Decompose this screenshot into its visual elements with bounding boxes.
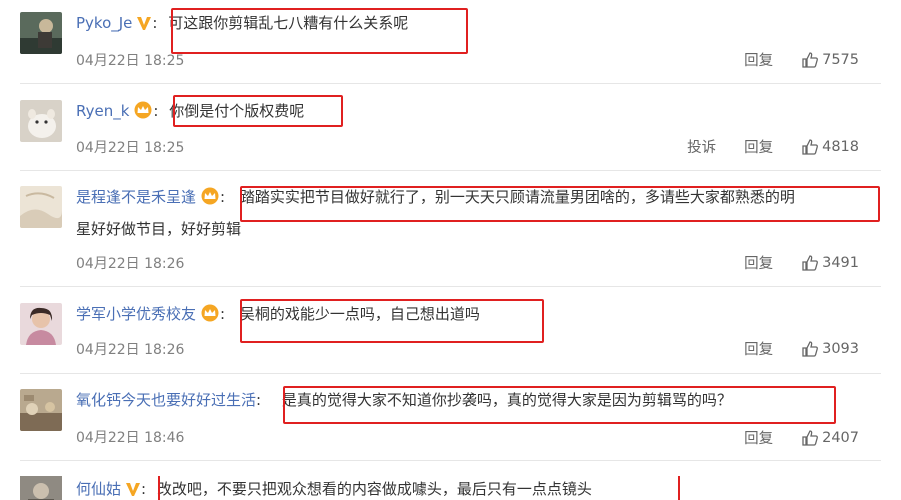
like-count: 2407	[822, 429, 859, 446]
avatar[interactable]	[20, 389, 62, 431]
comment-item: 学军小学优秀校友: 吴桐的戏能少一点吗，自己想出道吗 04月22日 18:26 …	[0, 299, 901, 373]
comment-item: Pyko_Je: 可这跟你剪辑乱七八糟有什么关系呢 04月22日 18:25 回…	[0, 8, 901, 92]
verified-v-icon	[125, 481, 141, 500]
comment-item: 何仙姑: 改改吧，不要只把观众想看的内容做成噱头，最后只有一点点镜头	[0, 476, 901, 500]
reply-button[interactable]: 回复	[744, 427, 773, 448]
username[interactable]: 氧化钙今天也要好好过生活	[76, 391, 256, 409]
comment-item: 是程逢不是禾呈逢: 踏踏实实把节目做好就行了，别一天天只顾请流量男团啥的，多请些…	[0, 186, 901, 286]
highlight-box	[171, 8, 468, 54]
vip-crown-icon	[200, 187, 220, 211]
timestamp: 04月22日 18:26	[76, 256, 185, 272]
like-count: 3491	[822, 254, 859, 271]
thumbs-up-icon	[802, 138, 819, 155]
username[interactable]: Ryen_k	[76, 102, 129, 120]
reply-button[interactable]: 回复	[744, 136, 773, 157]
vip-crown-icon	[133, 101, 153, 125]
avatar[interactable]	[20, 100, 62, 142]
avatar[interactable]	[20, 303, 62, 345]
like-button[interactable]: 3093	[801, 340, 859, 358]
comment-item: 氧化钙今天也要好好过生活: 是真的觉得大家不知道你抄袭吗，真的觉得大家是因为剪辑…	[0, 386, 901, 459]
like-button[interactable]: 3491	[801, 254, 859, 272]
reply-button[interactable]: 回复	[744, 252, 773, 273]
timestamp: 04月22日 18:46	[76, 430, 185, 446]
highlight-box	[240, 299, 544, 343]
divider	[20, 286, 881, 287]
avatar[interactable]	[20, 12, 62, 54]
divider	[20, 460, 881, 461]
like-count: 7575	[822, 51, 859, 68]
username[interactable]: 何仙姑	[76, 480, 121, 498]
report-button[interactable]: 投诉	[687, 136, 716, 157]
thumbs-up-icon	[802, 429, 819, 446]
comment-text-continued: 星好好做节目，好好剪辑	[76, 220, 242, 238]
reply-button[interactable]: 回复	[744, 49, 773, 70]
divider	[20, 373, 881, 374]
thumbs-up-icon	[802, 340, 819, 357]
username[interactable]: 学军小学优秀校友	[76, 305, 196, 323]
like-button[interactable]: 7575	[801, 51, 859, 69]
like-count: 3093	[822, 340, 859, 357]
like-count: 4818	[822, 138, 859, 155]
verified-v-icon	[136, 15, 152, 37]
username[interactable]: Pyko_Je	[76, 14, 132, 32]
thumbs-up-icon	[802, 254, 819, 271]
vip-crown-icon	[200, 304, 220, 328]
divider	[20, 170, 881, 171]
thumbs-up-icon	[802, 51, 819, 68]
username[interactable]: 是程逢不是禾呈逢	[76, 188, 196, 206]
highlight-box	[158, 476, 680, 500]
timestamp: 04月22日 18:25	[76, 53, 185, 69]
timestamp: 04月22日 18:25	[76, 140, 185, 156]
avatar[interactable]	[20, 186, 62, 228]
highlight-box	[240, 186, 880, 222]
reply-button[interactable]: 回复	[744, 338, 773, 359]
highlight-box	[173, 95, 343, 127]
like-button[interactable]: 2407	[801, 429, 859, 447]
avatar[interactable]	[20, 476, 62, 500]
like-button[interactable]: 4818	[801, 138, 859, 156]
divider	[20, 83, 881, 84]
comment-item: Ryen_k: 你倒是付个版权费呢 04月22日 18:25 投诉 回复 481…	[0, 95, 901, 175]
timestamp: 04月22日 18:26	[76, 342, 185, 358]
highlight-box	[283, 386, 836, 424]
